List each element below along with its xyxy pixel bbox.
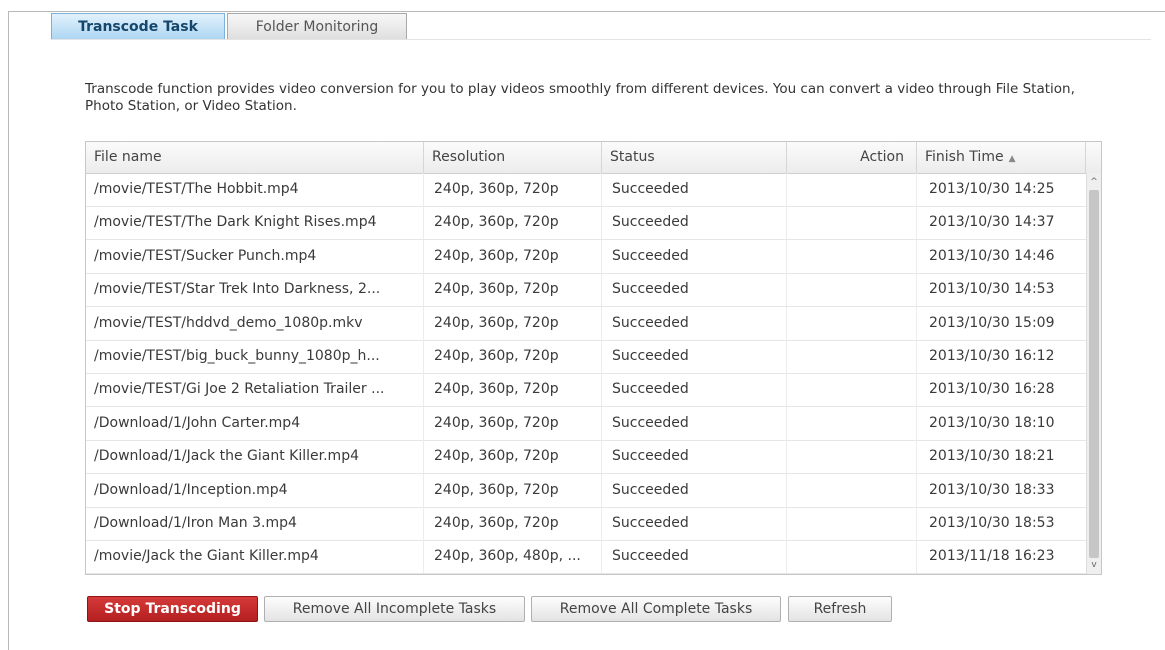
- column-header-resolution[interactable]: Resolution: [424, 142, 602, 173]
- scroll-up-icon[interactable]: ^: [1087, 175, 1101, 189]
- scrollbar-thumb[interactable]: [1089, 190, 1099, 558]
- cell-finish-time: 2013/10/30 18:10: [929, 414, 1055, 431]
- cell-finish-time: 2013/10/30 14:37: [929, 214, 1055, 231]
- cell-resolution: 240p, 360p, 720p: [424, 373, 602, 407]
- panel-border-left: [8, 11, 9, 650]
- table-row[interactable]: /movie/TEST/Gi Joe 2 Retaliation Trailer…: [86, 373, 1086, 408]
- table-row[interactable]: /movie/TEST/The Dark Knight Rises.mp4 240…: [86, 206, 1086, 241]
- cell-action: [787, 440, 917, 474]
- description-text: Transcode function provides video conver…: [85, 81, 1075, 114]
- table-row[interactable]: /movie/TEST/Sucker Punch.mp4 240p, 360p, …: [86, 239, 1086, 274]
- cell-resolution: 240p, 360p, 720p: [424, 239, 602, 273]
- cell-status: Succeeded: [602, 473, 787, 507]
- cell-file-name: /movie/TEST/Gi Joe 2 Retaliation Trailer…: [86, 373, 424, 407]
- cell-file-name: /Download/1/Iron Man 3.mp4: [86, 507, 424, 540]
- cell-finish-time: 2013/10/30 16:12: [929, 348, 1055, 364]
- cell-finish-time: 2013/10/30 16:28: [929, 381, 1055, 398]
- cell-finish-time: 2013/10/30 18:33: [929, 481, 1055, 498]
- cell-status: Succeeded: [602, 373, 787, 407]
- cell-file-name: /movie/TEST/The Hobbit.mp4: [86, 173, 424, 206]
- table-row[interactable]: /Download/1/Inception.mp4 240p, 360p, 720…: [86, 473, 1086, 508]
- tab-transcode-task[interactable]: Transcode Task: [51, 13, 225, 40]
- cell-action: [787, 406, 917, 440]
- cell-file-name: /movie/TEST/Sucker Punch.mp4: [86, 239, 424, 273]
- cell-status: Succeeded: [602, 540, 787, 574]
- column-header-status[interactable]: Status: [602, 142, 787, 173]
- cell-resolution: 240p, 360p, 720p: [424, 406, 602, 440]
- cell-finish-time: 2013/10/30 14:25: [929, 181, 1055, 197]
- table-row[interactable]: /Download/1/Iron Man 3.mp4 240p, 360p, 72…: [86, 507, 1086, 541]
- cell-file-name: /Download/1/Jack the Giant Killer.mp4: [86, 440, 424, 474]
- cell-action: [787, 239, 917, 273]
- cell-finish-time: 2013/10/30 14:46: [929, 247, 1055, 264]
- cell-action: [787, 273, 917, 307]
- cell-action: [787, 473, 917, 507]
- table-row[interactable]: /movie/TEST/big_buck_bunny_1080p_h... 240…: [86, 340, 1086, 374]
- cell-action: [787, 540, 917, 574]
- cell-status: Succeeded: [602, 306, 787, 340]
- column-header-file-name[interactable]: File name: [86, 142, 424, 173]
- cell-action: [787, 507, 917, 540]
- cell-status: Succeeded: [602, 440, 787, 474]
- cell-status: Succeeded: [602, 239, 787, 273]
- cell-finish-time: 2013/10/30 15:09: [929, 314, 1055, 331]
- tab-divider: [51, 39, 1151, 40]
- remove-all-incomplete-tasks-button[interactable]: Remove All Incomplete Tasks: [264, 596, 525, 622]
- cell-action: [787, 306, 917, 340]
- scroll-down-icon[interactable]: v: [1087, 558, 1101, 572]
- table-row[interactable]: /Download/1/John Carter.mp4 240p, 360p, 7…: [86, 406, 1086, 441]
- cell-resolution: 240p, 360p, 480p, ...: [424, 540, 602, 574]
- cell-file-name: /movie/TEST/big_buck_bunny_1080p_h...: [86, 340, 424, 373]
- cell-resolution: 240p, 360p, 720p: [424, 473, 602, 507]
- table-row[interactable]: /movie/TEST/The Hobbit.mp4 240p, 360p, 72…: [86, 173, 1086, 207]
- cell-file-name: /movie/TEST/The Dark Knight Rises.mp4: [86, 206, 424, 240]
- cell-resolution: 240p, 360p, 720p: [424, 173, 602, 206]
- cell-action: [787, 340, 917, 373]
- cell-finish-time: 2013/11/18 16:23: [929, 548, 1055, 565]
- cell-action: [787, 373, 917, 407]
- table-row[interactable]: /Download/1/Jack the Giant Killer.mp4 240…: [86, 440, 1086, 475]
- table-header: File name Resolution Status Action Finis…: [86, 142, 1101, 174]
- cell-finish-time: 2013/10/30 14:53: [929, 281, 1055, 298]
- tab-folder-monitoring[interactable]: Folder Monitoring: [227, 13, 407, 40]
- table-row[interactable]: /movie/Jack the Giant Killer.mp4 240p, 36…: [86, 540, 1086, 574]
- table-row[interactable]: /movie/TEST/Star Trek Into Darkness, 2..…: [86, 273, 1086, 308]
- stop-transcoding-button[interactable]: Stop Transcoding: [87, 596, 258, 622]
- transcode-task-table: File name Resolution Status Action Finis…: [85, 141, 1102, 575]
- column-header-finish-time-label: Finish Time: [925, 149, 1004, 165]
- cell-resolution: 240p, 360p, 720p: [424, 306, 602, 340]
- vertical-scrollbar[interactable]: ^ v: [1086, 173, 1101, 574]
- cell-finish-time: 2013/10/30 18:53: [929, 515, 1055, 531]
- cell-resolution: 240p, 360p, 720p: [424, 440, 602, 474]
- cell-resolution: 240p, 360p, 720p: [424, 507, 602, 540]
- cell-file-name: /movie/TEST/hddvd_demo_1080p.mkv: [86, 306, 424, 340]
- remove-all-complete-tasks-button[interactable]: Remove All Complete Tasks: [531, 596, 781, 622]
- cell-status: Succeeded: [602, 507, 787, 540]
- sort-ascending-icon: ▲: [1008, 154, 1016, 164]
- column-header-finish-time[interactable]: Finish Time ▲: [917, 142, 1086, 173]
- cell-status: Succeeded: [602, 173, 787, 206]
- column-header-action[interactable]: Action: [787, 142, 917, 173]
- cell-file-name: /movie/TEST/Star Trek Into Darkness, 2..…: [86, 273, 424, 307]
- cell-resolution: 240p, 360p, 720p: [424, 206, 602, 240]
- cell-file-name: /Download/1/Inception.mp4: [86, 473, 424, 507]
- cell-action: [787, 206, 917, 240]
- cell-resolution: 240p, 360p, 720p: [424, 340, 602, 373]
- cell-action: [787, 173, 917, 206]
- table-row[interactable]: /movie/TEST/hddvd_demo_1080p.mkv 240p, 36…: [86, 306, 1086, 341]
- cell-status: Succeeded: [602, 273, 787, 307]
- cell-finish-time: 2013/10/30 18:21: [929, 448, 1055, 465]
- cell-status: Succeeded: [602, 406, 787, 440]
- panel-border-top: [8, 11, 1165, 12]
- cell-status: Succeeded: [602, 340, 787, 373]
- cell-status: Succeeded: [602, 206, 787, 240]
- refresh-button[interactable]: Refresh: [788, 596, 892, 622]
- cell-resolution: 240p, 360p, 720p: [424, 273, 602, 307]
- cell-file-name: /movie/Jack the Giant Killer.mp4: [86, 540, 424, 574]
- cell-file-name: /Download/1/John Carter.mp4: [86, 406, 424, 440]
